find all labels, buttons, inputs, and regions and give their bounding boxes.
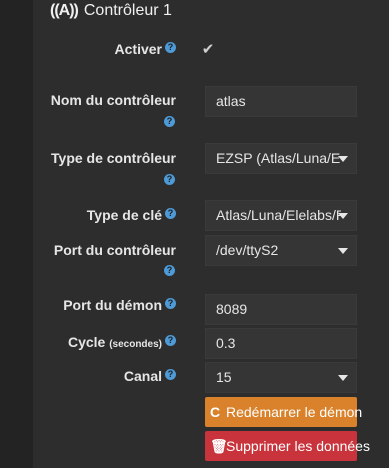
key-type-label: Type de clé? [87,207,176,223]
broadcast-icon: ((A)) [50,2,79,19]
trash-icon: 🗑 [210,438,228,454]
help-icon[interactable]: ? [164,174,175,185]
chevron-down-icon [338,248,348,254]
chevron-down-icon [338,213,348,219]
delete-data-label: Supprimer les données [226,438,370,454]
section-header: ((A)) Contrôleur 1 [50,2,172,20]
enable-label-text: Activer [114,41,162,57]
enable-label: Activer? [115,41,176,57]
restart-daemon-button[interactable]: C Redémarrer le démon [205,397,362,427]
controller-name-input[interactable]: atlas [205,86,357,117]
controller-port-select[interactable]: /dev/ttyS2 [205,235,357,266]
daemon-port-label: Port du démon? [63,297,176,313]
key-type-select[interactable]: Atlas/Luna/Elelabs/Popp [205,200,357,231]
chevron-down-icon [338,375,348,381]
daemon-port-input[interactable]: 8089 [205,294,357,325]
restart-daemon-label: Redémarrer le démon [226,404,363,420]
key-type-value: Atlas/Luna/Elelabs/Popp [216,207,341,223]
enable-checkbox[interactable]: ✔ [200,42,216,58]
channel-value: 15 [216,369,232,385]
help-icon[interactable]: ? [165,335,176,346]
cycle-label-text: Cycle [67,334,106,350]
chevron-down-icon [338,156,348,162]
controller-type-select[interactable]: EZSP (Atlas/Luna/Elelabs/Popp) [205,143,357,174]
controller-type-label: Type de contrôleur [51,150,176,166]
channel-label-text: Canal [123,368,162,384]
section-title: Contrôleur 1 [83,2,172,19]
help-icon[interactable]: ? [165,369,176,380]
channel-label: Canal? [124,368,176,384]
refresh-icon: C [210,404,221,420]
key-type-label-text: Type de clé [86,207,162,223]
help-icon[interactable]: ? [165,298,176,309]
cycle-input[interactable]: 0.3 [205,328,357,359]
cycle-label: Cycle (secondes)? [68,334,176,350]
help-icon[interactable]: ? [165,42,176,53]
controller-type-value: EZSP (Atlas/Luna/Elelabs/Popp) [216,150,341,166]
daemon-port-label-text: Port du démon [63,297,162,313]
help-icon[interactable]: ? [165,208,176,219]
delete-data-button[interactable]: 🗑Supprimer les données [205,431,370,461]
channel-select[interactable]: 15 [205,362,357,393]
controller-port-label: Port du contrôleur [53,242,176,258]
cycle-label-unit: (secondes) [109,339,162,350]
controller-port-value: /dev/ttyS2 [216,242,279,258]
help-icon[interactable]: ? [164,116,175,127]
help-icon[interactable]: ? [164,265,175,276]
name-label: Nom du contrôleur [50,92,176,108]
